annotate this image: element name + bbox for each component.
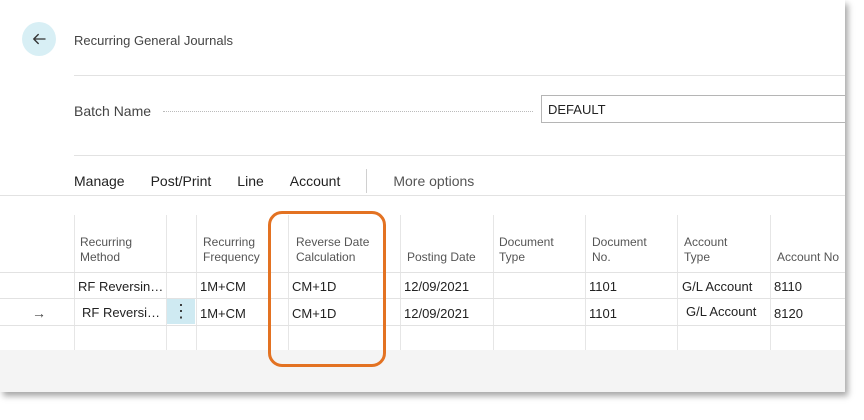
column-separator bbox=[196, 215, 197, 350]
column-separator bbox=[493, 215, 494, 350]
cell-account-no[interactable]: 8110 bbox=[774, 279, 802, 294]
column-separator bbox=[400, 215, 401, 350]
column-separator bbox=[166, 215, 167, 350]
cell-posting-date[interactable]: 12/09/2021 bbox=[404, 279, 469, 294]
account-menu[interactable]: Account bbox=[290, 173, 341, 189]
divider bbox=[74, 75, 845, 76]
page-footer-area bbox=[0, 350, 845, 392]
column-header-account-no[interactable]: Account No bbox=[777, 250, 839, 265]
divider bbox=[74, 155, 845, 156]
cell-recurring-method[interactable]: RF Reversin… bbox=[78, 279, 163, 294]
cell-recurring-method[interactable]: RF Reversi… bbox=[82, 305, 160, 320]
batch-name-input[interactable] bbox=[541, 95, 845, 123]
cell-recurring-frequency[interactable]: 1M+CM bbox=[200, 279, 246, 294]
page-title: Recurring General Journals bbox=[74, 33, 233, 48]
column-header-posting-date[interactable]: Posting Date bbox=[407, 250, 476, 265]
divider bbox=[0, 195, 845, 196]
column-separator bbox=[585, 215, 586, 350]
arrow-right-icon: → bbox=[32, 305, 46, 321]
back-button[interactable] bbox=[22, 22, 56, 56]
batch-name-label: Batch Name bbox=[74, 103, 152, 119]
manage-menu[interactable]: Manage bbox=[74, 173, 125, 189]
column-header-account-type[interactable]: Account Type bbox=[684, 235, 727, 265]
cell-recurring-frequency[interactable]: 1M+CM bbox=[200, 306, 246, 321]
cell-document-no[interactable]: 1101 bbox=[589, 279, 617, 294]
cell-account-no[interactable]: 8120 bbox=[774, 306, 803, 321]
highlight-annotation bbox=[268, 211, 386, 367]
column-header-recurring-method[interactable]: Recurring Method bbox=[80, 235, 132, 265]
action-separator bbox=[366, 169, 368, 193]
column-separator bbox=[677, 215, 678, 350]
row-divider bbox=[0, 272, 845, 273]
column-separator bbox=[770, 215, 771, 350]
cell-account-type[interactable]: G/L Account bbox=[682, 279, 752, 294]
back-arrow-icon bbox=[33, 33, 46, 45]
more-options-menu[interactable]: More options bbox=[393, 173, 474, 189]
app-window: Recurring General Journals Batch Name Ma… bbox=[0, 0, 845, 392]
cell-document-no[interactable]: 1101 bbox=[589, 306, 617, 321]
action-bar: Manage Post/Print Line Account More opti… bbox=[74, 169, 500, 193]
more-vertical-icon[interactable]: ⋮ bbox=[167, 299, 195, 324]
column-header-recurring-frequency[interactable]: Recurring Frequency bbox=[203, 235, 260, 265]
row-divider bbox=[0, 325, 845, 326]
row-divider bbox=[0, 298, 845, 299]
cell-posting-date[interactable]: 12/09/2021 bbox=[404, 306, 469, 321]
cell-account-type[interactable]: G/L Account bbox=[686, 304, 756, 319]
post-print-menu[interactable]: Post/Print bbox=[151, 173, 212, 189]
line-menu[interactable]: Line bbox=[237, 173, 263, 189]
column-header-document-type[interactable]: Document Type bbox=[499, 235, 554, 265]
field-leader-dots bbox=[163, 111, 533, 112]
column-separator bbox=[74, 215, 75, 350]
column-header-document-no[interactable]: Document No. bbox=[592, 235, 647, 265]
